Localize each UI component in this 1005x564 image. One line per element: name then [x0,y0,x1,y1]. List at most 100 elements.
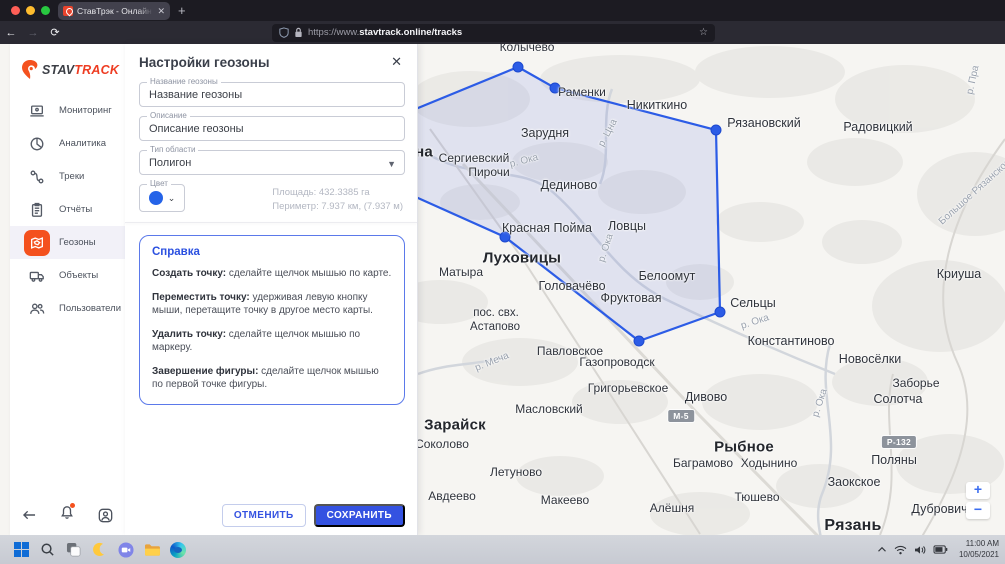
video-app-icon[interactable] [117,541,134,558]
color-row: Цвет ⌄ Площадь: 432.3385 га Периметр: 7.… [139,184,405,214]
map-label: -Соколово [411,437,469,451]
tracking-shield-icon[interactable] [279,27,289,38]
stavtrack-favicon [63,6,73,16]
taskbar-search-icon[interactable] [39,541,56,558]
sidebar-footer [10,505,125,525]
forward-icon[interactable]: → [22,27,44,39]
geozone-settings-panel: Настройки геозоны ✕ Название геозоны Наз… [125,44,418,535]
map-label: Константиново [748,334,835,348]
area-type-select[interactable]: Тип области Полигон ▼ [139,150,405,175]
geozone-description-field[interactable]: Описание Описание геозоны [139,116,405,141]
help-item: Завершение фигуры: сделайте щелчок мышью… [152,365,392,392]
bookmark-star-icon[interactable]: ☆ [699,27,708,38]
sidebar-nav: Мониторинг Аналитика Треки Отчёты [10,94,125,325]
logo-pin-icon [20,58,42,82]
logo-text-track: TRACK [74,63,119,77]
sidebar-item-monitoring[interactable]: Мониторинг [10,94,125,127]
zoom-out-button[interactable]: − [966,502,990,519]
pie-chart-icon [24,131,50,157]
sidebar-item-reports[interactable]: Отчёты [10,193,125,226]
tab-title: СтавТрэк - Онлайн мониторин [77,6,153,16]
geozone-map-icon [24,230,50,256]
file-explorer-icon[interactable] [143,541,160,558]
map-label: Фруктовая [601,291,662,305]
map-label: Астапово [470,321,520,333]
map-label: Баграмово [673,456,733,470]
new-tab-button[interactable]: + [178,3,186,19]
browser-tab[interactable]: СтавТрэк - Онлайн мониторин ✕ [58,2,170,20]
save-button[interactable]: СОХРАНИТЬ [314,504,405,527]
system-tray: 11:00 AM 10/05/2021 [877,535,999,564]
map-label: Зарайск [424,417,486,434]
collapse-back-icon[interactable] [22,509,37,521]
geozone-vertex-marker[interactable] [711,125,721,135]
map-label: Григорьевское [588,381,669,395]
taskbar-clock[interactable]: 11:00 AM 10/05/2021 [955,539,999,560]
map-label: Рязань [824,517,881,535]
map-label: Криуша [937,267,981,281]
color-picker[interactable]: Цвет ⌄ [139,184,185,212]
sidebar-item-objects[interactable]: Объекты [10,259,125,292]
taskbar: 11:00 AM 10/05/2021 [0,535,1005,564]
map-label: Рязановский [727,116,800,130]
sidebar-item-users[interactable]: Пользователи [10,292,125,325]
map-label: Дивово [685,390,727,404]
browser-titlebar: СтавТрэк - Онлайн мониторин ✕ + [0,0,1005,21]
window-maximize-button[interactable] [41,6,50,15]
map-label: Алёшня [650,501,694,515]
route-icon [24,164,50,190]
map-label: Радовицкий [843,120,912,134]
volume-icon[interactable] [914,545,926,555]
geozone-vertex-marker[interactable] [715,307,725,317]
cancel-button[interactable]: ОТМЕНИТЬ [222,504,306,527]
map-label: Пирочи [468,165,509,179]
moon-app-icon[interactable] [91,541,108,558]
edge-browser-icon[interactable] [169,541,186,558]
window-minimize-button[interactable] [26,6,35,15]
sidebar-item-tracks[interactable]: Треки [10,160,125,193]
window-close-button[interactable] [11,6,20,15]
users-icon [24,296,50,322]
url-bar[interactable]: https://www.stavtrack.online/tracks ☆ [272,24,715,42]
back-icon[interactable]: ← [0,27,22,39]
tab-close-icon[interactable]: ✕ [157,6,165,17]
clock-time: 11:00 AM [959,539,999,549]
tray-chevron-icon[interactable] [877,546,887,553]
map-label: Зарудня [521,126,569,140]
map-label: Дединово [541,178,598,192]
geozone-name-field[interactable]: Название геозоны Название геозоны [139,82,405,107]
help-item: Удалить точку: сделайте щелчок мышью по … [152,328,392,355]
map-label: Ловцы [608,219,646,233]
map-label: Луховицы [483,250,561,267]
panel-close-icon[interactable]: ✕ [388,54,405,70]
panel-actions: ОТМЕНИТЬ СОХРАНИТЬ [222,504,405,527]
map-label: Газопроводск [579,355,654,369]
start-button[interactable] [13,541,30,558]
geozone-vertex-marker[interactable] [634,336,644,346]
profile-icon[interactable] [98,508,113,523]
map-label: Сельцы [730,296,776,310]
reload-icon[interactable]: ⟳ [44,26,66,39]
app-sidebar: STAVTRACK Мониторинг Аналитика Треки [10,44,125,535]
color-swatch [149,191,163,205]
map-label: Летуново [490,465,542,479]
map-label: Рыбное [714,439,774,456]
geozone-vertex-marker[interactable] [513,62,523,72]
sidebar-item-analytics[interactable]: Аналитика [10,127,125,160]
help-box: Справка Создать точку: сделайте щелчок м… [139,235,405,405]
screen: СтавТрэк - Онлайн мониторин ✕ + ← → ⟳ ht… [0,0,1005,564]
map-zoom-controls: + − [966,482,990,519]
panel-title: Настройки геозоны [139,55,269,70]
task-view-icon[interactable] [65,541,82,558]
road-badge: М-5 [667,409,695,423]
sidebar-item-geozones[interactable]: Геозоны [10,226,125,259]
map-label: Раменки [558,85,606,99]
logo-text-stav: STAV [42,63,74,77]
map-label: Заборье [892,376,939,390]
wifi-icon[interactable] [894,545,907,555]
clock-date: 10/05/2021 [959,550,999,560]
battery-icon[interactable] [933,545,948,554]
zoom-in-button[interactable]: + [966,482,990,499]
notifications-bell-icon[interactable] [60,505,74,525]
map-label: Поляны [871,453,917,467]
